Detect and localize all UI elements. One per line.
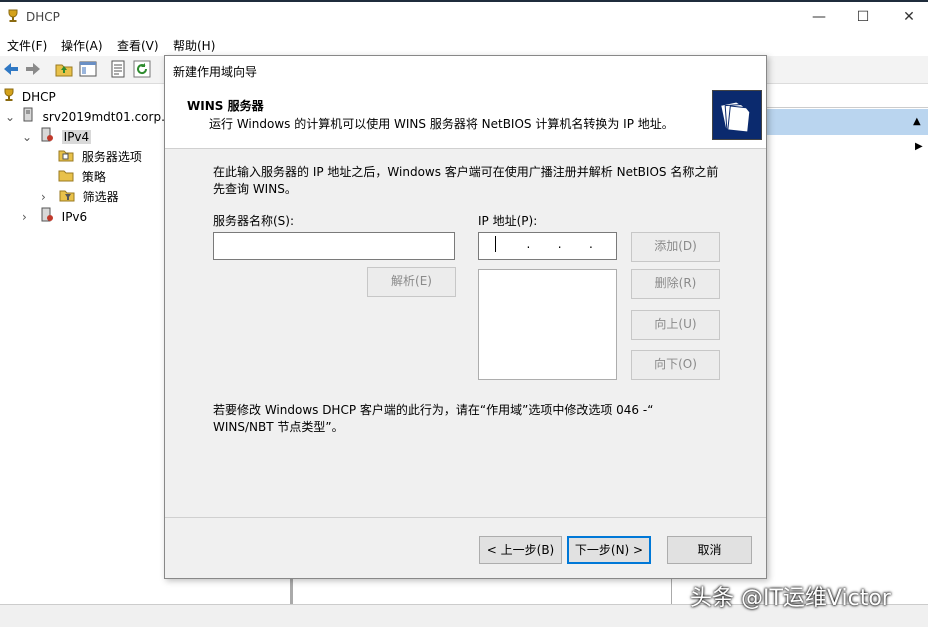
intro-text-line2: 先查询 WINS。 bbox=[213, 182, 297, 196]
ip-address-dots: . . . bbox=[503, 237, 597, 251]
folder-icon bbox=[58, 148, 78, 168]
tree-item-policies[interactable]: 策略 bbox=[58, 167, 106, 187]
back-button[interactable]: < 上一步(B) bbox=[479, 536, 562, 564]
wins-server-list[interactable] bbox=[478, 269, 617, 380]
minimize-button[interactable]: — bbox=[796, 6, 842, 30]
tree-label: 服务器选项 bbox=[81, 150, 142, 164]
menu-action[interactable]: 操作(A) bbox=[61, 37, 103, 54]
wizard-page-subtitle: 运行 Windows 的计算机可以使用 WINS 服务器将 NetBIOS 计算… bbox=[209, 117, 674, 131]
up-folder-icon[interactable] bbox=[55, 60, 73, 78]
dhcp-trophy-icon bbox=[2, 88, 18, 108]
window-top-border bbox=[0, 0, 928, 2]
actions-section-header[interactable] bbox=[766, 109, 928, 135]
ip-address-input[interactable]: . . . bbox=[478, 232, 617, 260]
actions-pane-header bbox=[766, 87, 928, 108]
collapse-up-icon[interactable]: ▲ bbox=[913, 116, 921, 127]
menu-help[interactable]: 帮助(H) bbox=[173, 37, 215, 54]
tree-item-ipv6[interactable]: › IPv6 bbox=[22, 207, 87, 227]
tree-item-filters[interactable]: › 筛选器 bbox=[41, 187, 119, 207]
tree-item-dhcp[interactable]: DHCP bbox=[2, 87, 56, 107]
back-arrow-icon[interactable] bbox=[2, 60, 20, 78]
tree-label: IPv4 bbox=[61, 130, 92, 144]
note-text-line1: 若要修改 Windows DHCP 客户端的此行为，请在“作用域”选项中修改选项… bbox=[213, 403, 654, 417]
tree-label: srv2019mdt01.corp.v bbox=[42, 110, 172, 124]
policy-icon bbox=[58, 168, 78, 188]
tree-label: DHCP bbox=[21, 90, 56, 104]
add-button[interactable]: 添加(D) bbox=[631, 232, 720, 262]
more-actions-arrow-icon[interactable]: ▶ bbox=[915, 141, 923, 152]
tree-item-server[interactable]: ⌄ srv2019mdt01.corp.v bbox=[5, 107, 172, 127]
app-title: DHCP bbox=[26, 10, 60, 24]
server-name-input[interactable] bbox=[213, 232, 455, 260]
show-hide-tree-icon[interactable] bbox=[79, 60, 97, 78]
dhcp-trophy-icon bbox=[6, 9, 20, 23]
chevron-right-icon[interactable]: › bbox=[41, 187, 55, 207]
tree-item-ipv4[interactable]: ⌄ IPv4 bbox=[22, 127, 92, 148]
properties-icon[interactable] bbox=[109, 60, 127, 78]
ipv4-icon bbox=[40, 127, 58, 148]
watermark: 头条 @IT运维Victor bbox=[690, 586, 891, 611]
close-button[interactable]: ✕ bbox=[886, 6, 928, 30]
resolve-button[interactable]: 解析(E) bbox=[367, 267, 456, 297]
tree-item-server-options[interactable]: 服务器选项 bbox=[58, 147, 142, 167]
menu-file[interactable]: 文件(F) bbox=[7, 37, 47, 54]
wizard-header: WINS 服务器 运行 Windows 的计算机可以使用 WINS 服务器将 N… bbox=[165, 84, 766, 149]
delete-button[interactable]: 删除(R) bbox=[631, 269, 720, 299]
tree-label: IPv6 bbox=[61, 210, 88, 224]
wizard-folders-icon bbox=[712, 90, 762, 140]
footer-separator bbox=[165, 517, 766, 518]
wizard-page-title: WINS 服务器 bbox=[187, 99, 264, 113]
chevron-down-icon[interactable]: ⌄ bbox=[5, 107, 19, 127]
menu-view[interactable]: 查看(V) bbox=[117, 37, 159, 54]
filter-icon bbox=[59, 188, 79, 208]
next-button[interactable]: 下一步(N) > bbox=[567, 536, 651, 564]
server-icon bbox=[23, 107, 39, 128]
forward-arrow-icon[interactable] bbox=[24, 60, 42, 78]
title-bar bbox=[0, 0, 928, 34]
chevron-down-icon[interactable]: ⌄ bbox=[22, 127, 36, 147]
move-up-button[interactable]: 向上(U) bbox=[631, 310, 720, 340]
ip-address-label: IP 地址(P): bbox=[478, 214, 538, 228]
chevron-right-icon[interactable]: › bbox=[22, 207, 36, 227]
console-tree: DHCP ⌄ srv2019mdt01.corp.v ⌄ IPv4 服务器选项 … bbox=[0, 84, 172, 604]
note-text-line2: WINS/NBT 节点类型”。 bbox=[213, 420, 344, 434]
refresh-icon[interactable] bbox=[133, 60, 151, 78]
dialog-title: 新建作用域向导 bbox=[173, 65, 258, 79]
move-down-button[interactable]: 向下(O) bbox=[631, 350, 720, 380]
tree-label: 策略 bbox=[81, 170, 106, 184]
intro-text-line1: 在此输入服务器的 IP 地址之后，Windows 客户端可在使用广播注册并解析 … bbox=[213, 165, 719, 179]
actions-pane bbox=[766, 84, 928, 604]
server-name-label: 服务器名称(S): bbox=[213, 214, 295, 228]
cancel-button[interactable]: 取消 bbox=[667, 536, 752, 564]
ipv6-icon bbox=[40, 207, 58, 228]
text-caret bbox=[495, 236, 496, 252]
tree-label: 筛选器 bbox=[82, 190, 119, 204]
new-scope-wizard-dialog: 新建作用域向导 WINS 服务器 运行 Windows 的计算机可以使用 WIN… bbox=[164, 55, 767, 579]
maximize-button[interactable]: ☐ bbox=[840, 6, 886, 30]
